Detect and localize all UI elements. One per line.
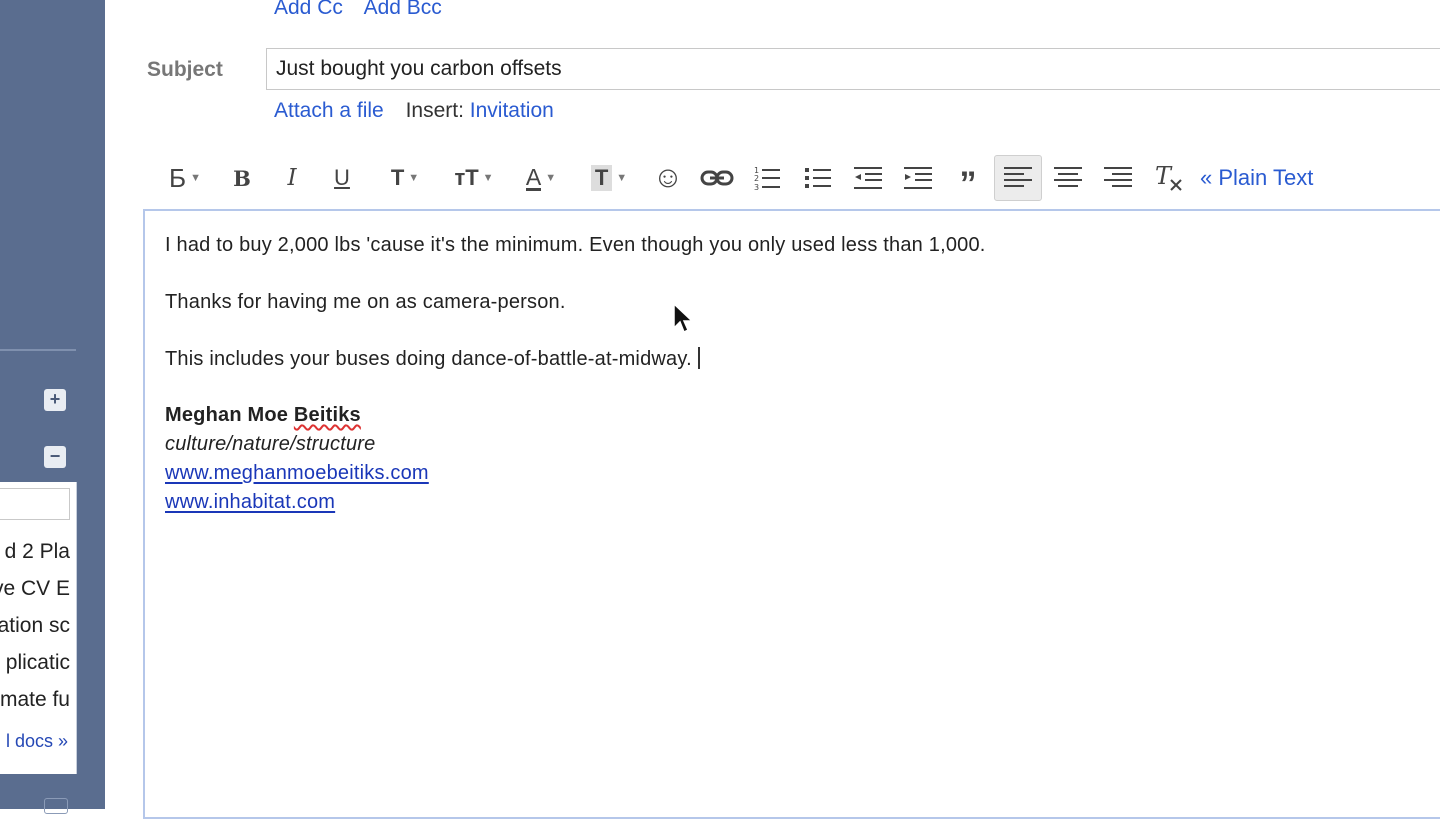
quote-icon: ”: [959, 164, 977, 203]
doc-item[interactable]: ve CV E: [0, 577, 70, 601]
align-right-icon: [1104, 167, 1132, 187]
plain-text-link[interactable]: « Plain Text: [1200, 165, 1313, 191]
signature-website-link[interactable]: www.meghanmoebeitiks.com: [165, 462, 429, 485]
insert-link-button[interactable]: [698, 155, 736, 201]
docs-search-input[interactable]: [0, 488, 70, 520]
doc-item[interactable]: mate fu: [0, 688, 70, 712]
italic-button[interactable]: I: [276, 155, 308, 201]
underline-icon: U: [334, 165, 350, 190]
chevron-down-icon: ▼: [482, 172, 494, 184]
chevron-down-icon: ▼: [545, 172, 557, 184]
attach-row: Attach a file Insert: Invitation: [274, 99, 554, 123]
highlight-color-button[interactable]: T ▼: [582, 155, 636, 201]
sidebar-divider: [0, 349, 76, 351]
subject-label: Subject: [147, 58, 223, 81]
sidebar-footer-button[interactable]: [44, 798, 68, 814]
indent-icon: [904, 167, 932, 189]
emoji-button[interactable]: ☺: [650, 155, 686, 201]
clear-formatting-icon: T: [1155, 164, 1182, 191]
svg-text:2: 2: [754, 174, 759, 183]
align-right-button[interactable]: [1100, 155, 1136, 201]
doc-item[interactable]: d 2 Pla: [5, 540, 70, 564]
align-left-button[interactable]: [994, 155, 1042, 201]
font-family-icon: Б: [169, 162, 187, 193]
numbered-list-icon: 1 2 3: [754, 166, 780, 191]
align-center-icon: [1054, 167, 1082, 187]
doc-item[interactable]: ation sc: [0, 614, 70, 638]
collapse-panel-button[interactable]: −: [44, 446, 66, 468]
text-caret: [697, 347, 700, 369]
message-body-editor[interactable]: I had to buy 2,000 lbs 'cause it's the m…: [143, 209, 1440, 819]
insert-invitation-link[interactable]: Invitation: [470, 99, 554, 122]
increase-indent-button[interactable]: [900, 155, 936, 201]
signature-tagline: culture/nature/structure: [165, 433, 376, 455]
underline-button[interactable]: U: [326, 155, 358, 201]
bold-button[interactable]: B: [226, 155, 258, 201]
highlight-icon: T: [590, 165, 613, 191]
chevron-down-icon: ▼: [616, 172, 628, 184]
signature-name: Meghan Moe Beitiks: [165, 404, 361, 427]
body-paragraph-text: This includes your buses doing dance-of-…: [165, 348, 692, 370]
left-sidebar: + − d 2 Pla ve CV E ation sc plicatic ma…: [0, 0, 105, 814]
font-size-icon: T: [390, 165, 405, 190]
all-docs-link[interactable]: l docs »: [6, 731, 68, 752]
chevron-down-icon: ▼: [190, 172, 201, 184]
numbered-list-button[interactable]: 1 2 3: [750, 155, 786, 201]
body-paragraph: This includes your buses doing dance-of-…: [165, 347, 700, 371]
italic-icon: I: [287, 165, 297, 191]
text-color-icon: A: [525, 163, 542, 191]
docs-panel: d 2 Pla ve CV E ation sc plicatic mate f…: [0, 482, 77, 774]
text-size-button[interactable]: ᴛT ▼: [446, 155, 502, 201]
attach-file-link[interactable]: Attach a file: [274, 99, 384, 122]
text-color-button[interactable]: A ▼: [514, 155, 568, 201]
align-left-icon: [1004, 167, 1032, 187]
add-cc-link[interactable]: Add Cc: [274, 0, 343, 19]
mouse-pointer-icon: [673, 303, 694, 334]
svg-text:T: T: [1155, 164, 1173, 190]
bold-icon: B: [233, 165, 251, 191]
smiley-icon: ☺: [652, 161, 684, 194]
text-size-icon: ᴛT: [454, 165, 479, 190]
font-size-button[interactable]: T ▼: [378, 155, 432, 201]
expand-panel-button[interactable]: +: [44, 389, 66, 411]
signature-last-name: Beitiks: [293, 404, 361, 426]
bulleted-list-button[interactable]: [800, 155, 836, 201]
insert-label: Insert:: [405, 99, 464, 122]
quote-button[interactable]: ”: [950, 155, 986, 203]
signature-first-name: Meghan Moe: [165, 404, 294, 426]
formatting-toolbar: Б ▼ B I U T ▼ ᴛT ▼ A ▼ T ▼ ☺ 1 2 3 ” T «…: [0, 155, 1440, 203]
svg-text:3: 3: [754, 183, 759, 191]
link-icon: [700, 170, 734, 186]
subject-input[interactable]: [266, 48, 1440, 90]
chevron-down-icon: ▼: [408, 172, 420, 184]
body-paragraph: Thanks for having me on as camera-person…: [165, 291, 566, 313]
add-bcc-link[interactable]: Add Bcc: [364, 0, 442, 19]
decrease-indent-button[interactable]: [850, 155, 886, 201]
remove-formatting-button[interactable]: T: [1150, 155, 1188, 201]
body-paragraph: I had to buy 2,000 lbs 'cause it's the m…: [165, 234, 986, 256]
cc-bcc-row: Add Cc Add Bcc: [274, 0, 458, 20]
signature-inhabitat-link[interactable]: www.inhabitat.com: [165, 491, 335, 514]
doc-item[interactable]: plicatic: [6, 651, 70, 675]
outdent-icon: [854, 167, 882, 189]
align-center-button[interactable]: [1050, 155, 1086, 201]
font-family-button[interactable]: Б ▼: [155, 155, 215, 201]
bulleted-list-icon: [805, 168, 831, 188]
